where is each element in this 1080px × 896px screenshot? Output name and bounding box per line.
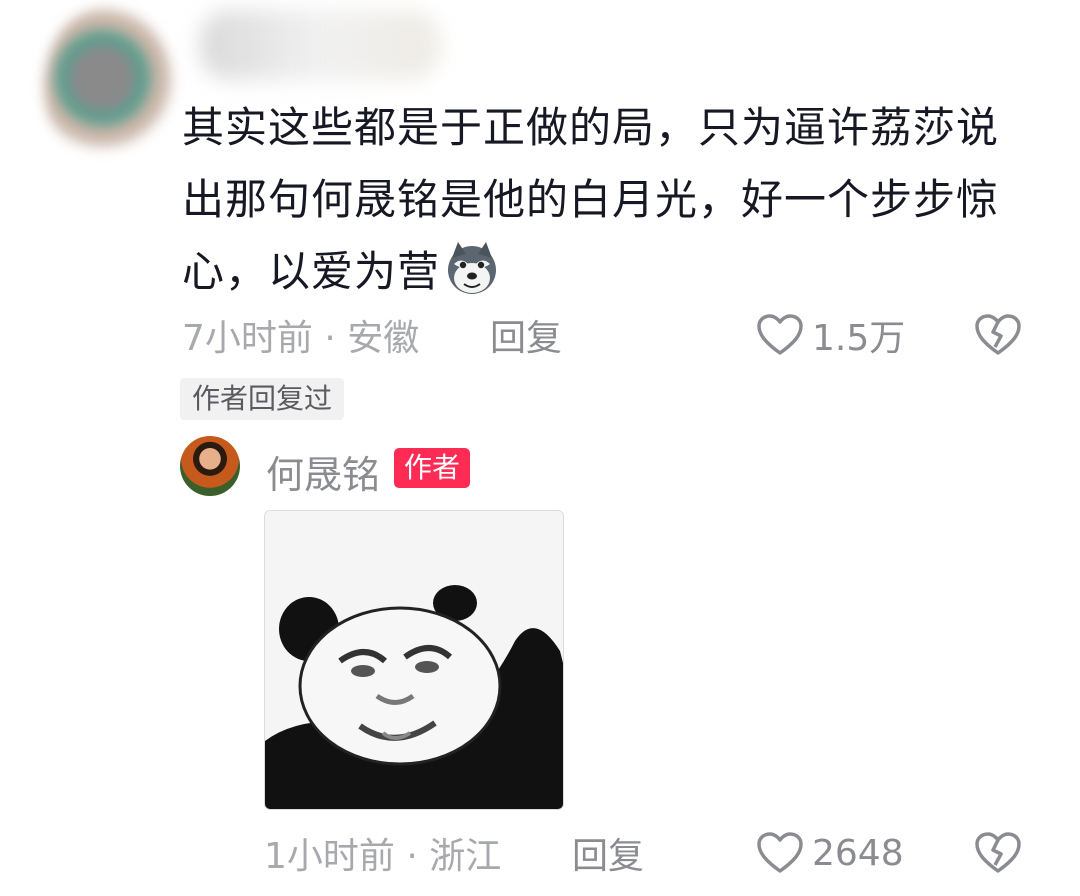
reply-meta-row: 1小时前 · 浙江 [264,828,501,878]
comment-body: 其实这些都是于正做的局，只为逼许荔莎说出那句何晟铭是他的白月光，好一个步步惊心，… [182,92,1012,308]
comment-reply-button[interactable]: 回复 [490,310,562,360]
panda-meme-icon [265,511,563,809]
heart-icon [757,314,803,355]
author-avatar[interactable] [180,436,240,496]
reply-dislike-button[interactable] [974,828,1022,878]
commenter-avatar[interactable] [44,6,174,166]
author-replied-tag: 作者回复过 [180,378,345,420]
wolf-face-emoji-icon [448,242,497,294]
comment-text: 其实这些都是于正做的局，只为逼许荔莎说出那句何晟铭是他的白月光，好一个步步惊心，… [182,103,1000,296]
reply-like-button[interactable]: 2648 [756,828,904,878]
broken-heart-icon [975,832,1021,873]
panda-meme-sticker[interactable] [264,510,564,810]
heart-icon [757,832,803,873]
comment-like-button[interactable]: 1.5万 [756,310,905,360]
broken-heart-icon [975,314,1021,355]
comment-time-location: 7小时前 · 安徽 [182,318,420,359]
author-badge: 作者 [394,448,471,488]
reply-label: 回复 [572,836,645,877]
comment-meta-row: 7小时前 · 安徽 [182,310,419,360]
commenter-name[interactable] [200,10,440,80]
author-name[interactable]: 何晟铭 [266,444,380,499]
like-count: 1.5万 [812,318,906,359]
like-count: 2648 [812,832,904,874]
reply-label: 回复 [490,318,563,359]
reply-time-location: 1小时前 · 浙江 [264,836,502,877]
reply-reply-button[interactable]: 回复 [572,828,644,878]
comment-dislike-button[interactable] [974,310,1022,360]
